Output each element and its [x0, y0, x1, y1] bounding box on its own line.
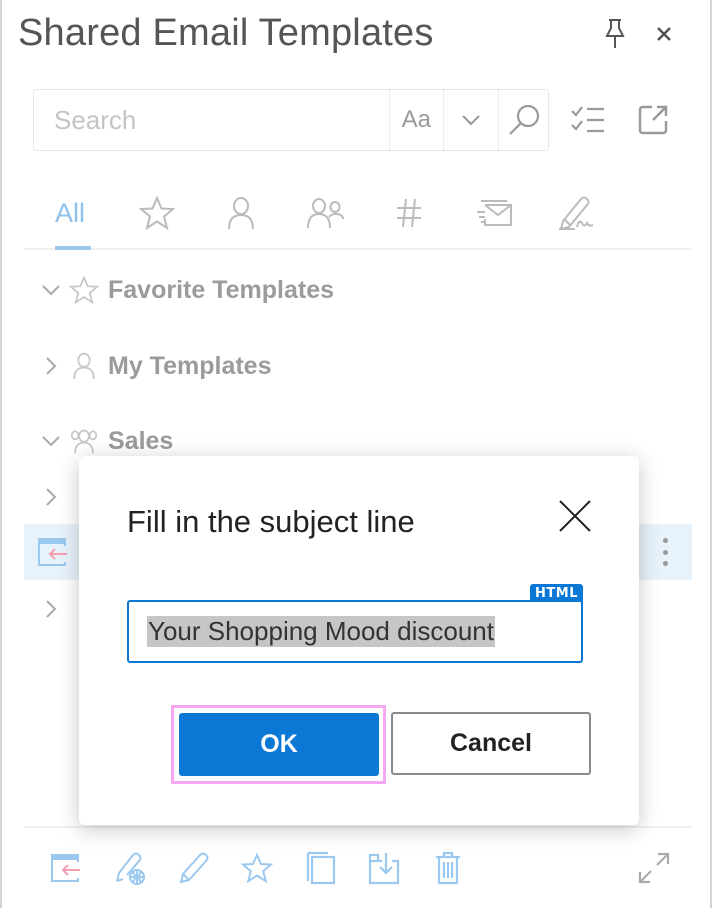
- subject-input-value: Your Shopping Mood discount: [147, 616, 495, 647]
- insert-template-icon: [51, 854, 80, 882]
- tab-all[interactable]: All: [48, 178, 92, 248]
- subject-line-dialog: Fill in the subject line HTML Your Shopp…: [79, 456, 639, 825]
- expand-button[interactable]: [634, 848, 674, 888]
- tab-my-templates[interactable]: [216, 178, 266, 248]
- select-multiple-button[interactable]: [568, 100, 608, 140]
- more-dot: [662, 561, 668, 566]
- tree-folder-label: Sales: [108, 426, 174, 455]
- expand-icon: [638, 852, 670, 884]
- person-icon: [228, 197, 254, 230]
- search-input[interactable]: [34, 90, 389, 150]
- pin-icon: [605, 19, 625, 48]
- tab-signatures[interactable]: [552, 178, 600, 248]
- templates-pane: Shared Email Templates Aa: [0, 0, 712, 908]
- more-dot: [662, 549, 668, 555]
- star-icon: [241, 853, 273, 883]
- more-options-button[interactable]: [650, 532, 680, 572]
- search-box: Aa: [33, 89, 549, 151]
- chevron-down-icon[interactable]: [24, 284, 64, 296]
- star-icon: [64, 276, 104, 304]
- move-icon: [368, 853, 400, 885]
- chevron-right-icon[interactable]: [24, 487, 64, 507]
- edit-web-button[interactable]: [110, 848, 150, 888]
- dialog-close-button[interactable]: [553, 494, 597, 538]
- edit-web-icon: [116, 852, 145, 885]
- open-external-icon: [638, 105, 668, 135]
- hash-icon: [397, 198, 421, 228]
- delete-button[interactable]: [428, 848, 468, 888]
- copy-icon: [306, 851, 336, 885]
- copy-button[interactable]: [301, 848, 341, 888]
- edit-template-button[interactable]: [174, 848, 214, 888]
- chevron-down-icon[interactable]: [24, 435, 64, 447]
- tab-hashtags[interactable]: [386, 178, 432, 248]
- bottom-divider: [24, 826, 692, 828]
- people-icon: [64, 428, 104, 454]
- tab-shared-templates[interactable]: [300, 178, 352, 248]
- chevron-down-icon: [462, 115, 480, 126]
- chevron-right-icon[interactable]: [24, 356, 64, 376]
- close-icon: [657, 27, 671, 41]
- dialog-title: Fill in the subject line: [127, 504, 415, 539]
- person-icon: [64, 352, 104, 380]
- tree-folder-favorites[interactable]: Favorite Templates: [24, 260, 692, 320]
- ok-button[interactable]: OK: [179, 713, 379, 776]
- match-case-toggle[interactable]: Aa: [389, 90, 443, 150]
- tree-folder-label: My Templates: [108, 351, 272, 380]
- close-icon: [559, 500, 591, 532]
- insert-template-button[interactable]: [46, 848, 86, 888]
- search-icon: [508, 104, 539, 135]
- subject-input[interactable]: Your Shopping Mood discount: [127, 600, 583, 663]
- signature-pen-icon: [559, 196, 594, 231]
- move-button[interactable]: [364, 848, 404, 888]
- tab-email-templates[interactable]: [470, 178, 518, 248]
- add-favorite-button[interactable]: [237, 848, 277, 888]
- pin-button[interactable]: [597, 16, 633, 52]
- star-icon: [139, 196, 175, 230]
- insert-template-icon: [38, 538, 68, 570]
- search-button[interactable]: [498, 90, 548, 150]
- people-icon: [307, 198, 344, 229]
- chevron-right-icon[interactable]: [24, 599, 64, 619]
- close-pane-button[interactable]: [646, 16, 682, 52]
- send-email-icon: [477, 200, 512, 226]
- tree-folder-label: Favorite Templates: [108, 275, 335, 304]
- category-tabs: All: [24, 178, 692, 250]
- more-dot: [662, 538, 668, 543]
- open-in-window-button[interactable]: [633, 100, 673, 140]
- pencil-icon: [179, 852, 209, 884]
- pane-title: Shared Email Templates: [18, 12, 434, 54]
- checklist-icon: [571, 106, 604, 133]
- tree-folder-my-templates[interactable]: My Templates: [24, 336, 692, 396]
- active-tab-indicator: [55, 246, 91, 250]
- cancel-button[interactable]: Cancel: [391, 712, 591, 775]
- search-options-dropdown[interactable]: [442, 90, 499, 150]
- tab-favorites[interactable]: [132, 178, 182, 248]
- trash-icon: [436, 851, 460, 885]
